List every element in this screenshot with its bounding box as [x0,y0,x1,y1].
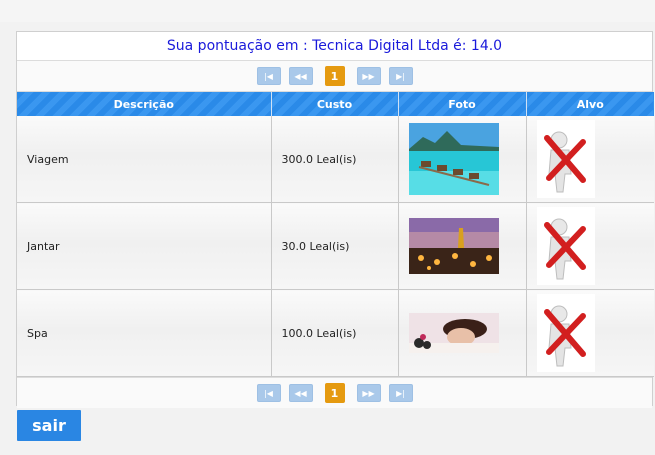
column-header-target[interactable]: Alvo [526,92,654,116]
prev-page-button[interactable]: ◀◀ [288,67,313,85]
row-cost: 30.0 Leal(is) [271,202,399,290]
pager-top: |◀ ◀◀ 1 ▶▶ ▶| [17,61,652,92]
table-row[interactable]: Viagem 300.0 Leal(is) [17,116,654,203]
next-page-button[interactable]: ▶▶ [356,384,381,402]
row-cost: 100.0 Leal(is) [271,289,399,377]
row-description: Viagem [17,116,272,203]
rewards-table: Descrição Custo Foto Alvo Viagem 300.0 L… [17,92,654,377]
prev-page-button[interactable]: ◀◀ [288,384,313,402]
beach-bungalow-photo [408,123,499,195]
no-target-figure-icon [536,120,595,198]
table-row[interactable]: Spa 100.0 Leal(is) [17,289,654,377]
column-header-cost[interactable]: Custo [271,92,399,116]
no-target-figure-icon [536,294,595,372]
last-page-button[interactable]: ▶| [388,67,413,85]
row-cost: 300.0 Leal(is) [271,116,399,203]
page-title: Sua pontuação em : Tecnica Digital Ltda … [17,32,652,61]
top-band [0,0,655,22]
no-target-figure-icon [536,207,595,285]
column-header-photo[interactable]: Foto [398,92,527,116]
first-page-button[interactable]: |◀ [256,384,281,402]
current-page-button[interactable]: 1 [324,66,345,86]
dinner-sunset-photo [408,218,499,274]
next-page-button[interactable]: ▶▶ [356,67,381,85]
table-row[interactable]: Jantar 30.0 Leal(is) [17,202,654,290]
row-description: Spa [17,289,272,377]
row-description: Jantar [17,202,272,290]
spa-massage-photo [408,313,499,353]
column-header-description[interactable]: Descrição [17,92,272,116]
exit-button[interactable]: sair [17,410,81,441]
first-page-button[interactable]: |◀ [256,67,281,85]
current-page-button[interactable]: 1 [324,383,345,403]
points-panel: Sua pontuação em : Tecnica Digital Ltda … [16,31,654,408]
last-page-button[interactable]: ▶| [388,384,413,402]
pager-bottom: |◀ ◀◀ 1 ▶▶ ▶| [17,377,652,408]
